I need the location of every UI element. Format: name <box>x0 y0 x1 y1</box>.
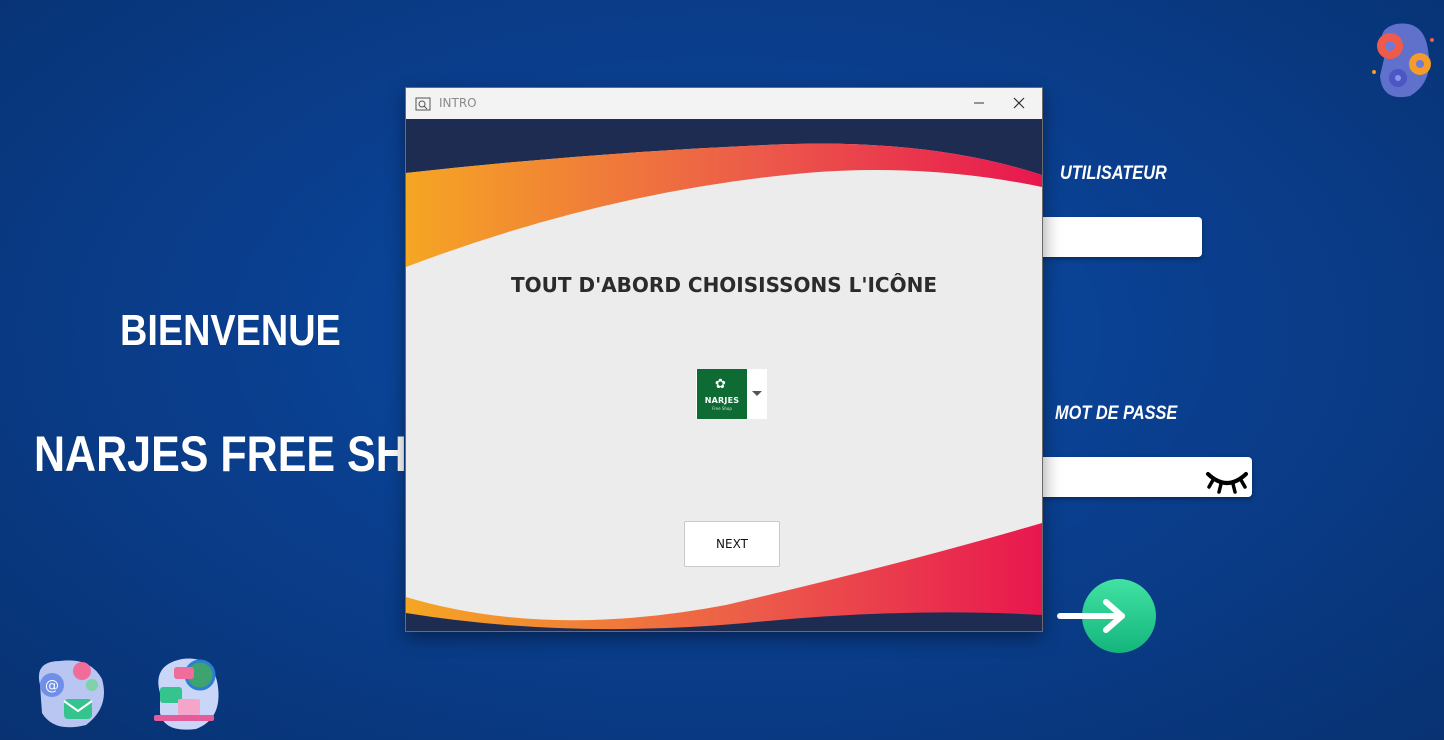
next-button[interactable]: NEXT <box>684 521 780 567</box>
flower-icon: ✿ <box>715 377 726 392</box>
narjes-logo: ✿ NARJES Free Shop <box>697 369 747 419</box>
icon-select[interactable]: ✿ NARJES Free Shop <box>696 369 767 419</box>
dialog-content: TOUT D'ABORD CHOISISSONS L'ICÔNE ✿ NARJE… <box>406 119 1042 631</box>
chevron-down-icon[interactable] <box>752 391 762 396</box>
shop-name-title: NARJES FREE SHOP <box>34 426 469 482</box>
arrow-right-icon <box>1057 599 1125 633</box>
svg-text:@: @ <box>45 678 59 694</box>
app-icon <box>415 97 431 111</box>
intro-dialog: INTRO TOUT D'ABORD CHOISISSONS L'ICÔNE ✿… <box>406 88 1042 631</box>
eye-closed-icon[interactable] <box>1204 466 1250 496</box>
logo-brand: NARJES <box>704 396 740 405</box>
dialog-heading: TOUT D'ABORD CHOISISSONS L'ICÔNE <box>510 273 937 297</box>
world-icon <box>154 658 219 730</box>
title-bar[interactable]: INTRO <box>406 88 1042 119</box>
username-field[interactable] <box>1030 217 1202 257</box>
username-label: UTILISATEUR <box>1060 163 1167 184</box>
password-label: MOT DE PASSE <box>1055 403 1178 424</box>
logo-subtitle: Free Shop <box>712 406 732 411</box>
close-button[interactable] <box>996 88 1042 119</box>
welcome-title: BIENVENUE <box>120 306 341 355</box>
contact-icon: @ <box>38 660 104 728</box>
window-title: INTRO <box>439 96 477 110</box>
gears-icon <box>1372 23 1434 98</box>
